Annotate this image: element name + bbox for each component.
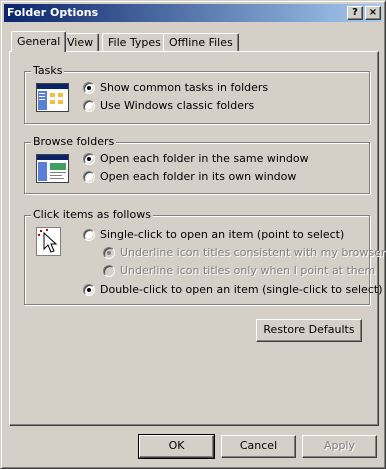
restore-defaults-button[interactable]: Restore Defaults <box>256 319 362 342</box>
click-items-group: Click items as follows Single-click to o… <box>24 208 385 305</box>
browse-folders-group-label: Browse folders <box>31 135 117 148</box>
tasks-group-label: Tasks <box>31 64 65 77</box>
option-label: Open each folder in the same window <box>100 152 309 165</box>
option-label: Underline icon titles consistent with my… <box>120 246 386 259</box>
option-label: Underline icon titles only when I point … <box>120 264 376 277</box>
tab-file-types-label: File Types <box>108 36 161 49</box>
restore-defaults-label: Restore Defaults <box>263 323 355 336</box>
radio-button-checked[interactable] <box>83 284 95 296</box>
browse-folders-group: Browse folders Open each folder in the s… <box>24 135 370 194</box>
radio-button[interactable] <box>83 100 95 112</box>
title-bar[interactable]: Folder Options ? × <box>4 4 382 22</box>
cancel-button[interactable]: Cancel <box>221 435 296 458</box>
apply-label: Apply <box>323 439 356 452</box>
radio-button-checked[interactable] <box>83 153 95 165</box>
ok-label: OK <box>168 439 185 452</box>
option-label: Double-click to open an item (single-cli… <box>100 283 383 296</box>
general-tab-panel: Tasks Show common tasks in folders Use W… <box>9 51 385 426</box>
tab-offline-files-label: Offline Files <box>169 36 233 49</box>
tab-file-types[interactable]: File Types <box>102 33 167 51</box>
radio-button-checked[interactable] <box>83 82 95 94</box>
tab-offline-files[interactable]: Offline Files <box>163 33 239 51</box>
click-items-group-label: Click items as follows <box>31 208 153 221</box>
cancel-label: Cancel <box>239 439 278 452</box>
radio-button[interactable] <box>83 229 95 241</box>
close-button[interactable]: × <box>365 6 381 20</box>
tab-general-label: General <box>17 35 61 48</box>
close-icon: × <box>368 7 378 18</box>
radio-button-disabled[interactable] <box>103 265 115 277</box>
tasks-folder-icon <box>36 83 69 112</box>
window-title: Folder Options <box>7 6 99 19</box>
tab-general[interactable]: General <box>11 31 67 52</box>
cursor-icon <box>36 227 61 256</box>
apply-button[interactable]: Apply <box>302 435 377 458</box>
help-icon: ? <box>352 7 358 18</box>
tab-view[interactable]: View <box>61 33 100 51</box>
option-label: Single-click to open an item (point to s… <box>100 228 345 241</box>
option-label: Show common tasks in folders <box>100 81 269 94</box>
help-button[interactable]: ? <box>347 6 363 20</box>
tasks-group: Tasks Show common tasks in folders Use W… <box>24 64 370 124</box>
tab-view-label: View <box>67 36 94 49</box>
option-label: Use Windows classic folders <box>100 99 255 112</box>
radio-button[interactable] <box>83 171 95 183</box>
option-label: Open each folder in its own window <box>100 170 297 183</box>
radio-button-disabled[interactable] <box>103 247 115 259</box>
ok-button[interactable]: OK <box>138 434 215 459</box>
folder-options-dialog: Folder Options ? × General View File Typ… <box>0 0 386 469</box>
browse-window-icon <box>36 154 69 183</box>
